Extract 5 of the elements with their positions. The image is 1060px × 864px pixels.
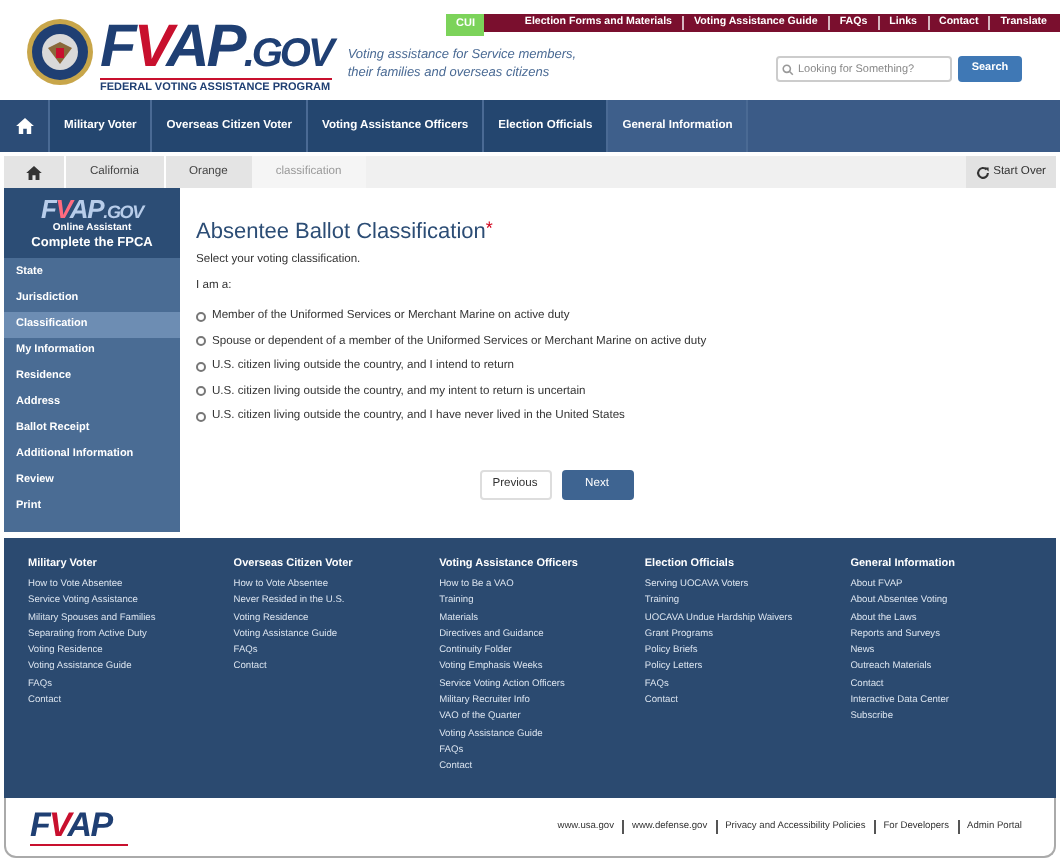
required-mark: * — [485, 220, 493, 236]
form-title: Absentee Ballot Classification — [196, 220, 486, 246]
fvap-logo: FVAP — [30, 808, 115, 842]
fvap-logo: FVAP.GOV — [40, 195, 144, 221]
fvap-logo: FVAP.GOV — [100, 18, 332, 78]
